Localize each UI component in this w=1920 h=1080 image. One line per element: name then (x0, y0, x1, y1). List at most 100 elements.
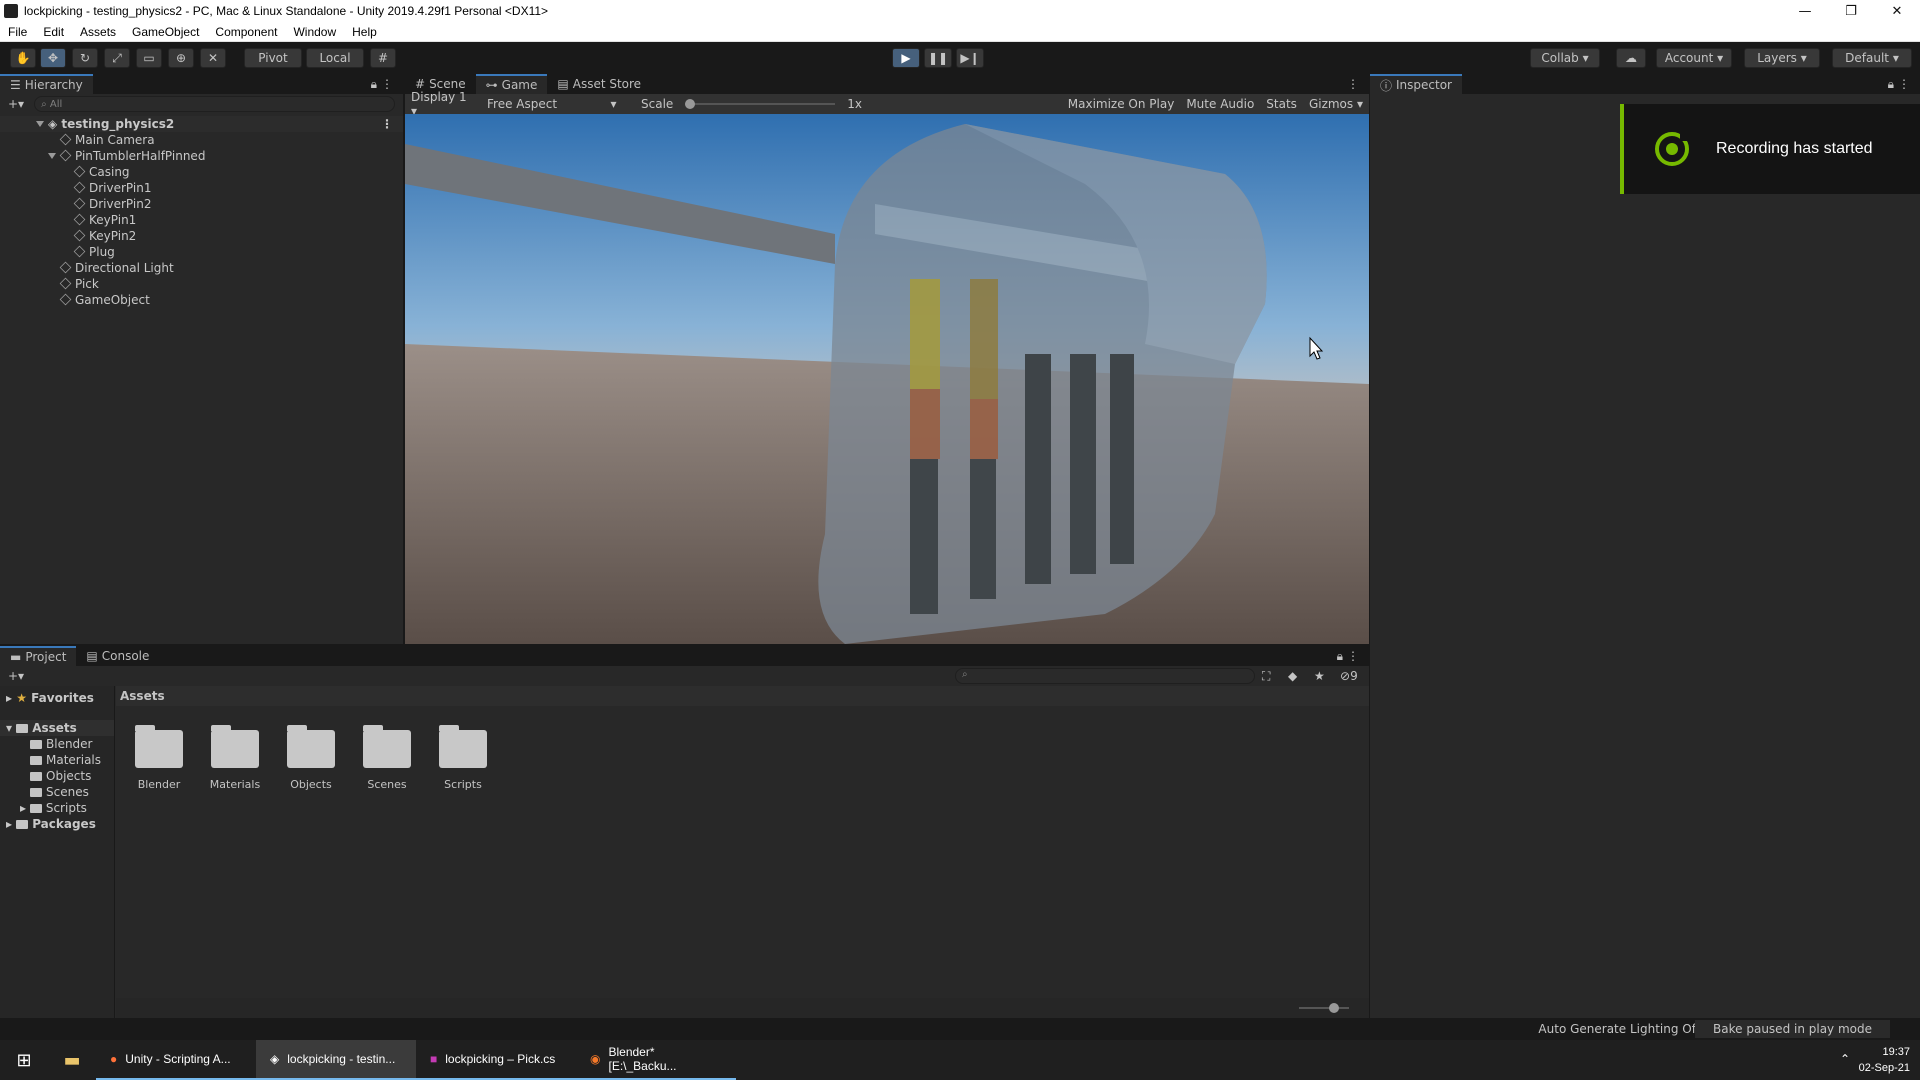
hierarchy-item[interactable]: Plug (0, 244, 403, 260)
project-search-input[interactable]: ⌕ (955, 668, 1255, 684)
rotate-tool-icon[interactable]: ↻ (72, 48, 98, 68)
move-tool-icon[interactable]: ✥ (40, 48, 66, 68)
hidden-packages-toggle[interactable]: ⊘9 (1340, 669, 1358, 683)
mute-audio-toggle[interactable]: Mute Audio (1180, 97, 1260, 111)
tab-console[interactable]: ▤ Console (76, 646, 159, 666)
hierarchy-item[interactable]: PinTumblerHalfPinned (0, 148, 403, 164)
taskbar-item-blender[interactable]: ◉ Blender* [E:\_Backu... (576, 1040, 736, 1080)
custom-tool-icon[interactable]: ✕ (200, 48, 226, 68)
asset-folder-item[interactable]: Scenes (358, 725, 416, 791)
packages-row[interactable]: ▸ Packages (0, 816, 114, 832)
tab-game[interactable]: ⊶ Game (475, 74, 548, 94)
rect-tool-icon[interactable]: ▭ (136, 48, 162, 68)
cloud-icon[interactable]: ☁ (1616, 48, 1646, 68)
more-options-icon[interactable]: ⋮ (1347, 77, 1359, 91)
menu-component[interactable]: Component (207, 25, 285, 39)
lighting-status[interactable]: Auto Generate Lighting Off (1538, 1022, 1700, 1036)
gizmos-dropdown[interactable]: Gizmos ▾ (1303, 97, 1369, 111)
add-icon[interactable]: +▾ (8, 97, 24, 111)
scale-tool-icon[interactable]: ⤢ (104, 48, 130, 68)
collab-dropdown[interactable]: Collab ▾ (1530, 48, 1600, 68)
tab-asset-store[interactable]: ▤ Asset Store (547, 74, 651, 94)
tab-inspector[interactable]: ⓘ Inspector (1370, 74, 1462, 94)
account-label: Account (1664, 51, 1714, 65)
more-options-icon[interactable]: ⋮ (381, 77, 393, 91)
menu-assets[interactable]: Assets (72, 25, 124, 39)
scale-slider-thumb[interactable] (685, 99, 696, 109)
tree-folder-item[interactable]: Blender (0, 736, 114, 752)
tree-folder-item[interactable]: Objects (0, 768, 114, 784)
taskbar-item-rider[interactable]: ■ lockpicking – Pick.cs (416, 1040, 576, 1080)
more-options-icon[interactable]: ⋮ (1347, 649, 1359, 663)
local-toggle[interactable]: Local (306, 48, 364, 68)
hand-tool-icon[interactable]: ✋ (10, 48, 36, 68)
assets-root-row[interactable]: ▾ Assets (0, 720, 114, 736)
asset-folder-item[interactable]: Materials (206, 725, 264, 791)
asset-folder-item[interactable]: Objects (282, 725, 340, 791)
account-dropdown[interactable]: Account ▾ (1656, 48, 1732, 68)
icon-size-slider-thumb[interactable] (1329, 1003, 1339, 1013)
more-options-icon[interactable]: ⋮ (381, 116, 393, 132)
filter-type-icon[interactable]: ⛶ (1262, 669, 1270, 684)
play-button[interactable]: ▶ (892, 48, 920, 68)
menu-window[interactable]: Window (285, 25, 344, 39)
layout-dropdown[interactable]: Default ▾ (1832, 48, 1912, 68)
taskbar-item-unity[interactable]: ◈ lockpicking - testin... (256, 1040, 416, 1080)
tab-project[interactable]: ▬ Project (0, 646, 77, 666)
minimize-button[interactable]: — (1782, 0, 1828, 22)
hierarchy-item[interactable]: GameObject (0, 292, 403, 308)
menu-gameobject[interactable]: GameObject (124, 25, 207, 39)
step-button[interactable]: ▶❙ (956, 48, 984, 68)
add-icon[interactable]: +▾ (8, 669, 24, 683)
hierarchy-item[interactable]: DriverPin1 (0, 180, 403, 196)
menu-help[interactable]: Help (344, 25, 385, 39)
hierarchy-item[interactable]: Casing (0, 164, 403, 180)
asset-folder-item[interactable]: Blender (130, 725, 188, 791)
pause-button[interactable]: ❚❚ (924, 48, 952, 68)
asset-folder-item[interactable]: Scripts (434, 725, 492, 791)
favorite-star-icon[interactable]: ★ (1314, 669, 1325, 683)
hierarchy-item[interactable]: DriverPin2 (0, 196, 403, 212)
tree-folder-item[interactable]: Scenes (0, 784, 114, 800)
file-explorer-icon[interactable]: ▬ (48, 1040, 96, 1080)
layers-dropdown[interactable]: Layers ▾ (1744, 48, 1820, 68)
hierarchy-search-input[interactable]: ⌕ All (34, 96, 395, 112)
hierarchy-item[interactable]: Main Camera (0, 132, 403, 148)
bake-status[interactable]: Bake paused in play mode (1695, 1020, 1890, 1038)
lock-icon[interactable]: 🔒︎ (1888, 77, 1894, 92)
system-tray-chevron-icon[interactable]: ⌃ (1840, 1052, 1850, 1066)
stats-toggle[interactable]: Stats (1260, 97, 1303, 111)
lock-icon[interactable]: 🔒︎ (371, 77, 377, 92)
hierarchy-item[interactable]: KeyPin1 (0, 212, 403, 228)
more-options-icon[interactable]: ⋮ (1898, 77, 1910, 91)
restore-button[interactable]: ❐ (1828, 0, 1874, 22)
aspect-dropdown[interactable]: Free Aspect ▾ (481, 97, 635, 111)
tab-hierarchy[interactable]: ☰ Hierarchy (0, 74, 93, 94)
game-render-canvas[interactable] (405, 114, 1369, 644)
expand-arrow-icon[interactable] (36, 121, 44, 127)
transform-tool-icon[interactable]: ⊕ (168, 48, 194, 68)
breadcrumb-assets[interactable]: Assets (120, 689, 165, 703)
scene-root-row[interactable]: ◈ testing_physics2 ⋮ (0, 116, 403, 132)
maximize-on-play-toggle[interactable]: Maximize On Play (1062, 97, 1181, 111)
grid-snap-icon[interactable]: # (370, 48, 396, 68)
tree-folder-item[interactable]: Materials (0, 752, 114, 768)
clock[interactable]: 19:37 02-Sep-21 (1859, 1044, 1910, 1076)
filter-label-icon[interactable]: ◆ (1288, 669, 1297, 683)
tree-folder-label: Blender (46, 737, 93, 751)
expand-arrow-icon[interactable] (48, 153, 56, 159)
lock-icon[interactable]: 🔒︎ (1337, 649, 1343, 664)
menu-edit[interactable]: Edit (35, 25, 72, 39)
menu-file[interactable]: File (0, 25, 35, 39)
hierarchy-item[interactable]: KeyPin2 (0, 228, 403, 244)
icon-size-slider[interactable] (1299, 1003, 1349, 1013)
taskbar-item-firefox[interactable]: ● Unity - Scripting A... (96, 1040, 256, 1080)
close-button[interactable]: ✕ (1874, 0, 1920, 22)
hierarchy-item[interactable]: Directional Light (0, 260, 403, 276)
hierarchy-item[interactable]: Pick (0, 276, 403, 292)
favorites-row[interactable]: ▸ ★ Favorites (0, 690, 114, 706)
scale-slider[interactable] (685, 99, 836, 109)
windows-start-icon[interactable]: ⊞ (0, 1040, 48, 1080)
pivot-toggle[interactable]: Pivot (244, 48, 302, 68)
tree-folder-item[interactable]: ▸ Scripts (0, 800, 114, 816)
